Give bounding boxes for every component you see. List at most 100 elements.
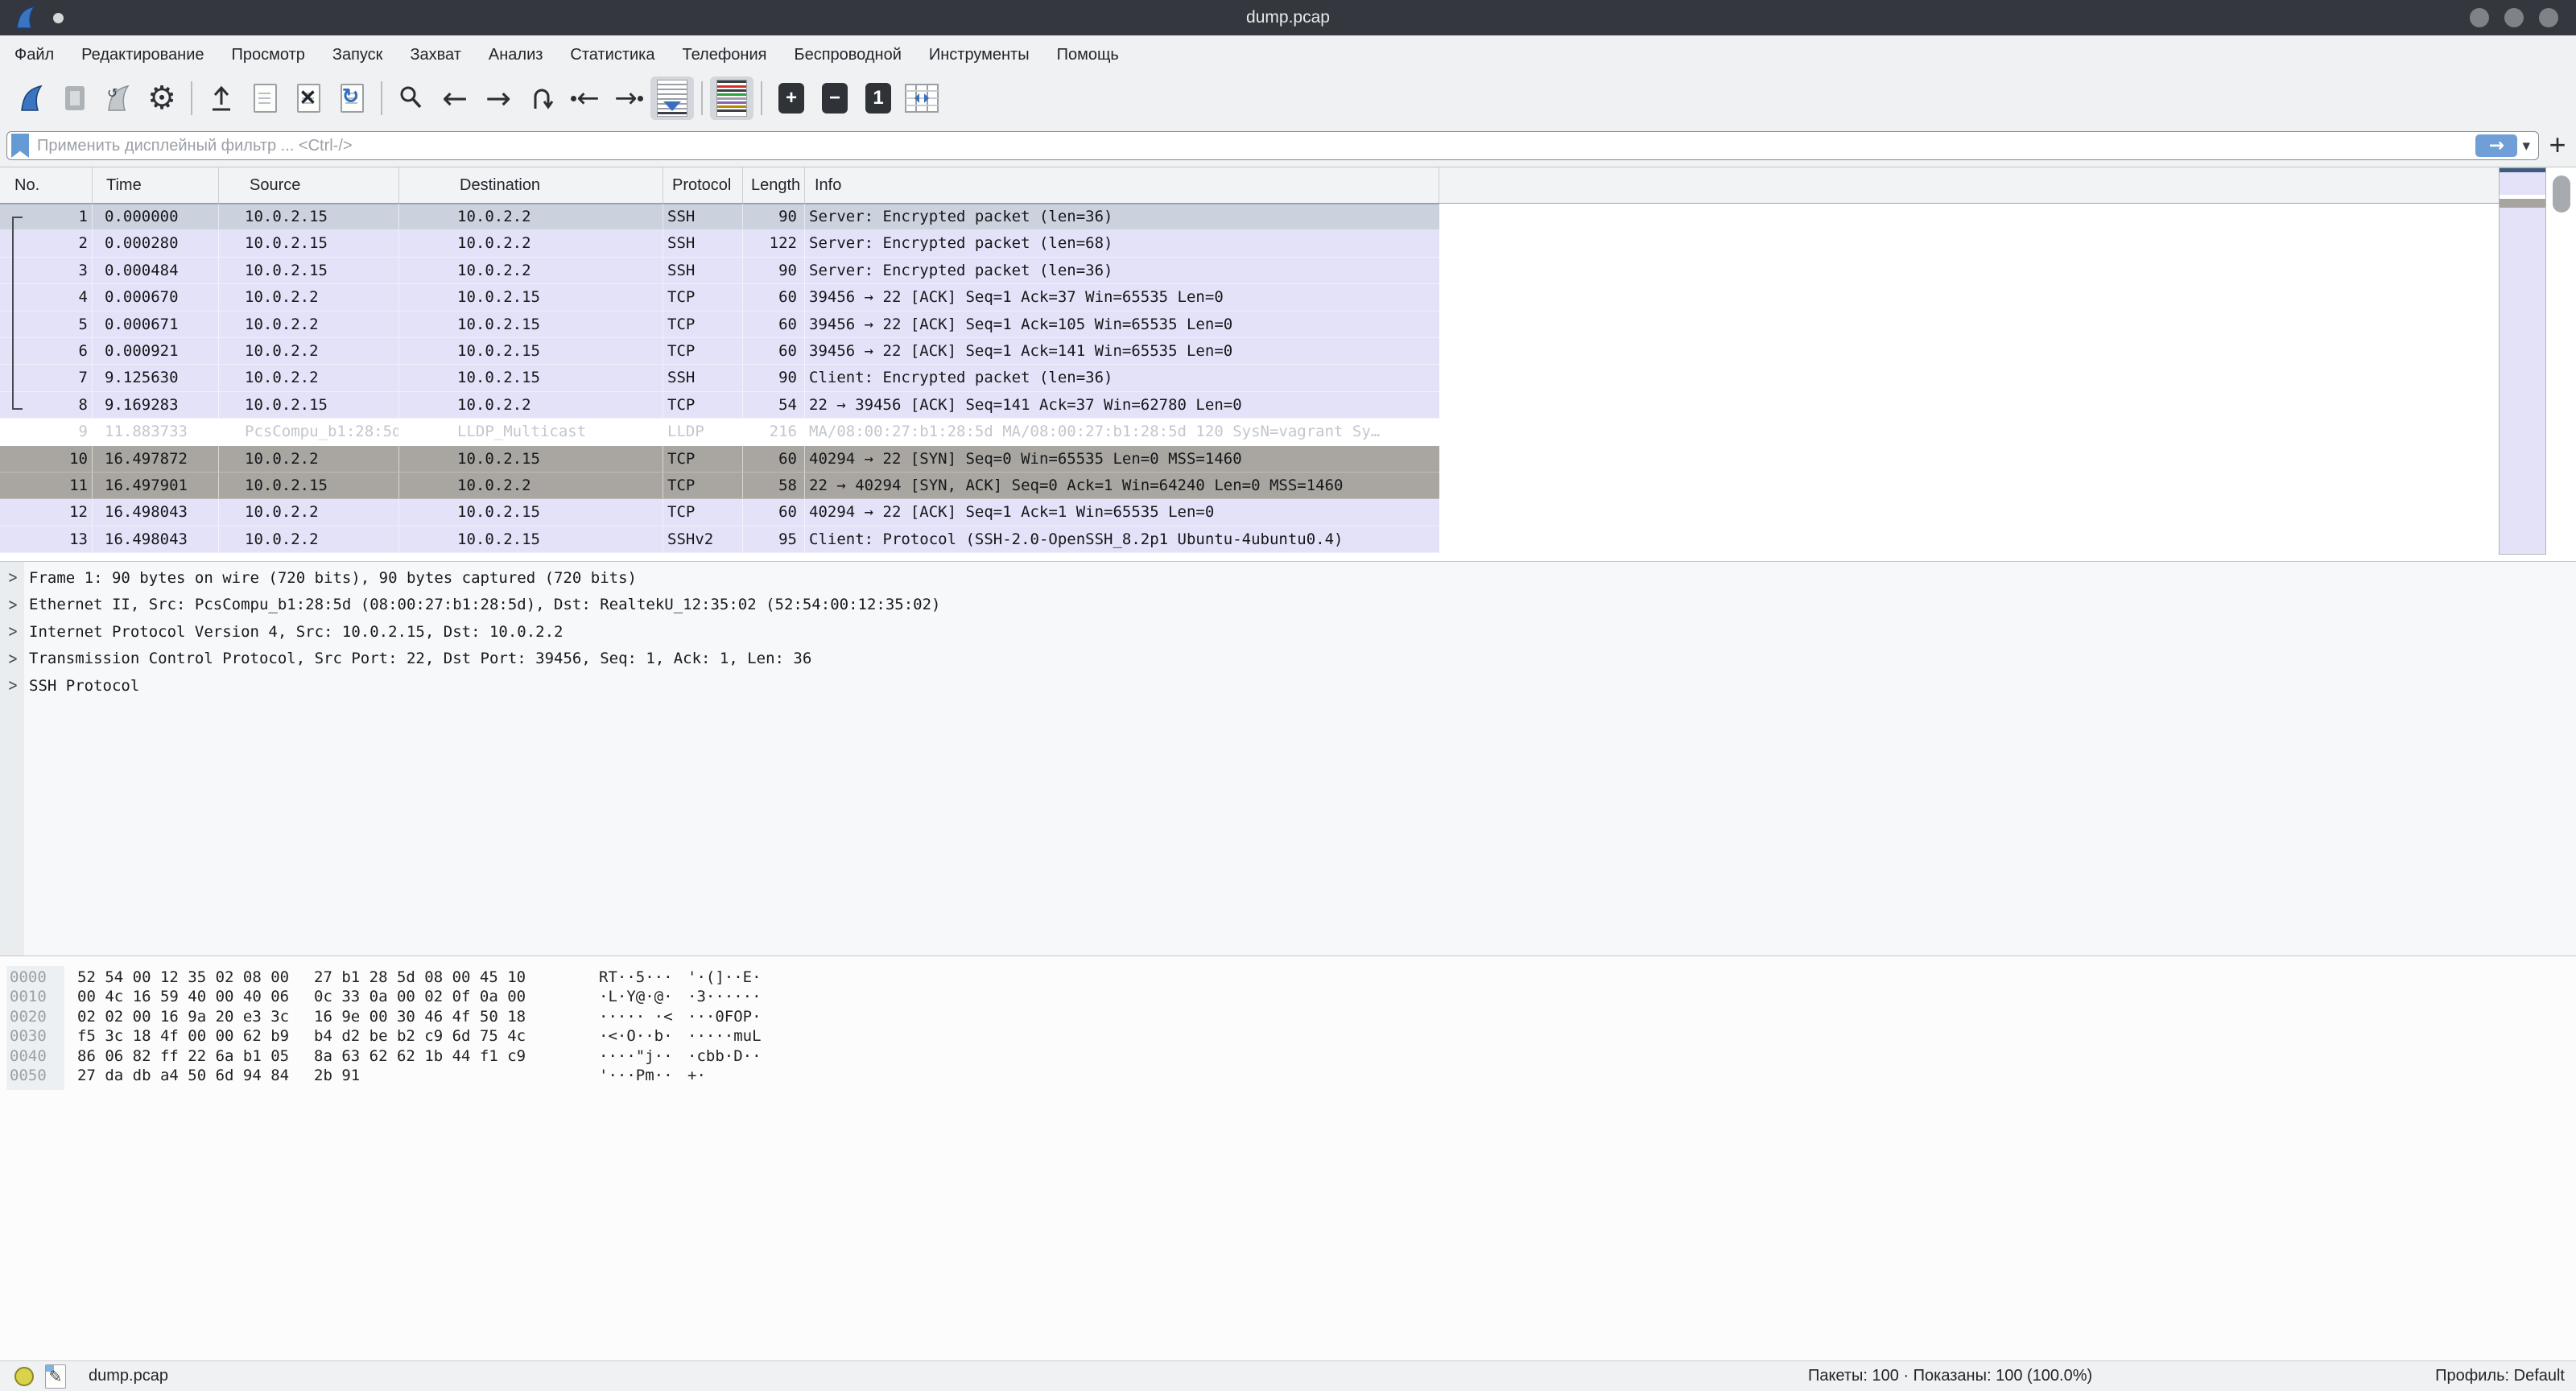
packet-row[interactable]: 1 0.000000 10.0.2.15 10.0.2.2 SSH 90 Ser…	[0, 204, 1439, 230]
close-file-icon[interactable]: ✕	[287, 76, 330, 121]
column-header-source[interactable]: Source	[219, 167, 399, 203]
colorize-toggle-icon[interactable]	[710, 76, 753, 121]
hex-row[interactable]: 0010 00 4c 16 59 40 00 40 06 0c 33 0a 00…	[0, 987, 2576, 1006]
column-header-info[interactable]: Info	[805, 167, 1439, 203]
zoom-out-icon[interactable]: −	[813, 76, 857, 121]
go-to-packet-icon[interactable]	[520, 76, 564, 121]
first-packet-icon[interactable]: ←	[564, 76, 607, 121]
status-filename: dump.pcap	[89, 1367, 168, 1385]
detail-tree-row[interactable]: > Ethernet II, Src: PcsCompu_b1:28:5d (0…	[0, 592, 2576, 619]
start-capture-icon[interactable]	[10, 76, 53, 121]
expand-chevron-icon[interactable]: >	[0, 648, 26, 669]
save-file-icon[interactable]	[243, 76, 287, 121]
related-packets-bracket	[12, 217, 23, 410]
go-back-icon[interactable]: ←	[433, 76, 477, 121]
toolbar-separator	[381, 81, 382, 115]
capture-options-gear-icon[interactable]: ⚙	[140, 76, 184, 121]
apply-filter-arrow-icon[interactable]: →	[2475, 134, 2517, 157]
packet-list-header: No. Time Source Destination Protocol Len…	[0, 167, 2499, 204]
detail-tree-row[interactable]: > Frame 1: 90 bytes on wire (720 bits), …	[0, 564, 2576, 592]
packet-row[interactable]: 6 0.000921 10.0.2.2 10.0.2.15 TCP 60 394…	[0, 338, 1439, 365]
display-filter-input[interactable]	[29, 137, 2475, 155]
column-header-protocol[interactable]: Protocol	[663, 167, 743, 203]
packet-row[interactable]: 11 16.497901 10.0.2.15 10.0.2.2 TCP 58 2…	[0, 473, 1439, 499]
packet-row[interactable]: 13 16.498043 10.0.2.2 10.0.2.15 SSHv2 95…	[0, 526, 1439, 553]
open-file-icon[interactable]	[200, 76, 243, 121]
hex-ascii-right: ·cbb·D··	[687, 1046, 762, 1066]
status-bar: ✎ dump.pcap Пакеты: 100 · Показаны: 100 …	[0, 1360, 2576, 1391]
hex-ascii-right: +·	[687, 1066, 706, 1085]
hex-ascii-left: ····· ·<	[599, 1007, 675, 1026]
find-packet-icon[interactable]	[390, 76, 433, 121]
menu-item[interactable]: Редактирование	[68, 35, 217, 74]
column-header-time[interactable]: Time	[93, 167, 219, 203]
column-header-length[interactable]: Length	[743, 167, 805, 203]
window-maximize-button[interactable]	[2504, 8, 2524, 27]
hex-dump-pane: 0000 52 54 00 12 35 02 08 00 27 b1 28 5d…	[0, 956, 2576, 1360]
column-header-destination[interactable]: Destination	[399, 167, 663, 203]
menu-item[interactable]: Анализ	[475, 35, 557, 74]
hex-offset: 0020	[0, 1007, 69, 1026]
packet-row[interactable]: 12 16.498043 10.0.2.2 10.0.2.15 TCP 60 4…	[0, 499, 1439, 526]
display-filter-field[interactable]: → ▾	[6, 131, 2539, 160]
hex-row[interactable]: 0040 86 06 82 ff 22 6a b1 05 8a 63 62 62…	[0, 1046, 2576, 1066]
filter-bookmark-icon[interactable]	[11, 134, 29, 158]
menu-item[interactable]: Помощь	[1043, 35, 1133, 74]
hex-ascii-left: ·<·O··b·	[599, 1026, 675, 1046]
detail-tree-row[interactable]: > SSH Protocol	[0, 672, 2576, 700]
hex-bytes-left: 52 54 00 12 35 02 08 00	[77, 968, 295, 987]
menu-item[interactable]: Телефония	[668, 35, 780, 74]
menu-item[interactable]: Инструменты	[915, 35, 1043, 74]
menu-item[interactable]: Просмотр	[218, 35, 319, 74]
last-packet-icon[interactable]: →	[607, 76, 650, 121]
packet-row[interactable]: 10 16.497872 10.0.2.2 10.0.2.15 TCP 60 4…	[0, 446, 1439, 473]
detail-tree-row[interactable]: > Internet Protocol Version 4, Src: 10.0…	[0, 618, 2576, 646]
window-close-button[interactable]	[2539, 8, 2558, 27]
hex-bytes-left: 27 da db a4 50 6d 94 84	[77, 1066, 295, 1085]
toolbar-separator	[761, 81, 762, 115]
window-minimize-button[interactable]	[2470, 8, 2489, 27]
expert-info-icon[interactable]	[14, 1367, 34, 1386]
hex-ascii-left: '···Pm··	[599, 1066, 675, 1085]
packet-row[interactable]: 4 0.000670 10.0.2.2 10.0.2.15 TCP 60 394…	[0, 284, 1439, 311]
reload-file-icon[interactable]: ↻	[330, 76, 374, 121]
detail-tree-row[interactable]: > Transmission Control Protocol, Src Por…	[0, 646, 2576, 673]
svg-text:↺: ↺	[107, 85, 118, 101]
expand-chevron-icon[interactable]: >	[0, 568, 26, 588]
filter-dropdown-caret-icon[interactable]: ▾	[2522, 137, 2530, 155]
hex-bytes-right: 8a 63 62 62 1b 44 f1 c9	[314, 1046, 531, 1066]
restart-capture-icon[interactable]: ↺	[97, 76, 140, 121]
go-forward-icon[interactable]: →	[477, 76, 520, 121]
hex-row[interactable]: 0030 f5 3c 18 4f 00 00 62 b9 b4 d2 be b2…	[0, 1026, 2576, 1046]
menu-item[interactable]: Беспроводной	[780, 35, 914, 74]
hex-row[interactable]: 0050 27 da db a4 50 6d 94 84 2b 91 '···P…	[0, 1066, 2576, 1085]
menu-item[interactable]: Запуск	[319, 35, 397, 74]
packet-list-minimap[interactable]	[2499, 167, 2546, 555]
auto-scroll-toggle-icon[interactable]	[650, 76, 694, 121]
packet-row[interactable]: 2 0.000280 10.0.2.15 10.0.2.2 SSH 122 Se…	[0, 230, 1439, 257]
zoom-original-icon[interactable]: 1	[857, 76, 900, 121]
status-profile[interactable]: Профиль: Default	[2435, 1367, 2565, 1385]
hex-bytes-right: 27 b1 28 5d 08 00 45 10	[314, 968, 531, 987]
menu-item[interactable]: Захват	[396, 35, 474, 74]
packet-row[interactable]: 7 9.125630 10.0.2.2 10.0.2.15 SSH 90 Cli…	[0, 365, 1439, 391]
hex-ascii-right: ·3······	[687, 987, 762, 1006]
expand-chevron-icon[interactable]: >	[0, 594, 26, 615]
capture-comment-icon[interactable]: ✎	[45, 1364, 66, 1389]
add-filter-button[interactable]: +	[2544, 129, 2571, 161]
menu-item[interactable]: Статистика	[556, 35, 668, 74]
packet-row[interactable]: 3 0.000484 10.0.2.15 10.0.2.2 SSH 90 Ser…	[0, 258, 1439, 284]
menu-item[interactable]: Файл	[1, 35, 68, 74]
packet-row[interactable]: 8 9.169283 10.0.2.15 10.0.2.2 TCP 54 22 …	[0, 392, 1439, 419]
packet-list-scrollbar-thumb[interactable]	[2553, 175, 2570, 213]
hex-row[interactable]: 0000 52 54 00 12 35 02 08 00 27 b1 28 5d…	[0, 968, 2576, 987]
resize-columns-icon[interactable]	[900, 76, 943, 121]
packet-row[interactable]: 9 11.883733 PcsCompu_b1:28:5d LLDP_Multi…	[0, 419, 1439, 445]
expand-chevron-icon[interactable]: >	[0, 621, 26, 642]
expand-chevron-icon[interactable]: >	[0, 675, 26, 696]
zoom-in-icon[interactable]: +	[770, 76, 813, 121]
hex-row[interactable]: 0020 02 02 00 16 9a 20 e3 3c 16 9e 00 30…	[0, 1007, 2576, 1026]
column-header-no[interactable]: No.	[0, 167, 93, 203]
stop-capture-icon[interactable]	[53, 76, 97, 121]
packet-row[interactable]: 5 0.000671 10.0.2.2 10.0.2.15 TCP 60 394…	[0, 312, 1439, 338]
